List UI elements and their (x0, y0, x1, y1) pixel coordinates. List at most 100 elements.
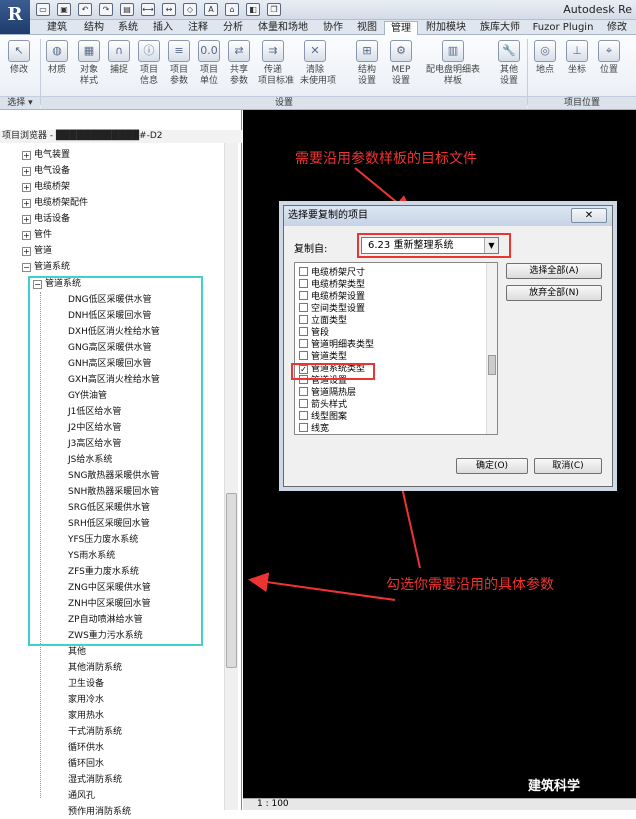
expand-icon[interactable]: + (22, 199, 31, 208)
browser-scrollbar[interactable] (224, 143, 238, 810)
checkbox[interactable] (299, 423, 308, 432)
tree-item[interactable]: 预作用消防系统 (68, 806, 131, 819)
open-icon[interactable]: ▭ (36, 3, 50, 16)
tree-item[interactable]: 循环回水 (68, 758, 104, 771)
expand-icon[interactable]: + (22, 167, 31, 176)
section-icon[interactable]: ◧ (246, 3, 260, 16)
list-item[interactable]: 管道明细表类型 (299, 339, 374, 351)
items-listbox[interactable]: 电缆桥架尺寸 电缆桥架类型 电缆桥架设置 空间类型设置 立面类型 管段 管道明细表类型 管道类… (294, 262, 498, 435)
checkbox[interactable] (299, 387, 308, 396)
ribbon-button-14[interactable]: ◎ 地点 (530, 38, 560, 96)
list-item[interactable]: 箭头样式 (299, 399, 347, 411)
tab-2[interactable]: 系统 (112, 21, 144, 35)
tab-8[interactable]: 视图 (352, 21, 382, 35)
list-item[interactable]: 线宽 (299, 423, 329, 434)
redo-icon[interactable]: ↷ (99, 3, 113, 16)
tree-item[interactable]: − 管道系统 (22, 261, 70, 274)
tab-11[interactable]: 族库大师 (474, 21, 526, 35)
tree-item[interactable]: 卫生设备 (68, 678, 104, 691)
ribbon-button-2[interactable]: ▦ 对象 样式 (74, 38, 104, 96)
collapse-icon[interactable]: − (22, 263, 31, 272)
ribbon-button-4[interactable]: ⓘ 项目 信息 (134, 38, 164, 96)
list-item[interactable]: 管段 (299, 327, 329, 339)
ribbon-button-1[interactable]: ◍ 材质 (42, 38, 72, 96)
tree-item[interactable]: 通风孔 (68, 790, 95, 803)
ribbon-button-0[interactable]: ↖ 修改 (4, 38, 34, 96)
ribbon-button-3[interactable]: ∩ 捕捉 (104, 38, 134, 96)
tab-13[interactable]: 修改 (600, 21, 634, 35)
list-item[interactable]: 线型图案 (299, 411, 347, 423)
tree-item[interactable]: + 电气设备 (22, 165, 70, 178)
ribbon-button-9[interactable]: ✕ 清除 未使用项 (300, 38, 336, 96)
tree-item[interactable]: + 电话设备 (22, 213, 70, 226)
expand-icon[interactable]: + (22, 247, 31, 256)
ribbon-button-16[interactable]: ⌖ 位置 (594, 38, 624, 96)
listbox-scrollbar[interactable] (486, 263, 497, 434)
ribbon-button-11[interactable]: ⚙ MEP 设置 (386, 38, 416, 96)
list-item[interactable]: 电缆桥架尺寸 (299, 267, 365, 279)
cancel-button[interactable]: 取消(C) (534, 458, 602, 474)
tab-4[interactable]: 注释 (182, 21, 214, 35)
tab-1[interactable]: 结构 (78, 21, 110, 35)
ribbon-button-7[interactable]: ⇄ 共享 参数 (224, 38, 254, 96)
expand-icon[interactable]: + (22, 231, 31, 240)
checkbox[interactable] (299, 339, 308, 348)
deselect-all-button[interactable]: 放弃全部(N) (506, 285, 602, 301)
list-item[interactable]: 空间类型设置 (299, 303, 365, 315)
undo-icon[interactable]: ↶ (78, 3, 92, 16)
close-button[interactable]: ✕ (571, 208, 607, 223)
tree-item[interactable]: 其他 (68, 646, 86, 659)
listbox-scroll-thumb[interactable] (488, 355, 496, 375)
tree-item[interactable]: 其他消防系统 (68, 662, 122, 675)
list-item[interactable]: 管道类型 (299, 351, 347, 363)
ribbon-button-10[interactable]: ⊞ 结构 设置 (352, 38, 382, 96)
tab-12[interactable]: Fuzor Plugin (528, 21, 598, 35)
tree-item[interactable]: + 电缆桥架 (22, 181, 70, 194)
list-item[interactable]: 电缆桥架类型 (299, 279, 365, 291)
select-all-button[interactable]: 选择全部(A) (506, 263, 602, 279)
text-icon[interactable]: A (204, 3, 218, 16)
checkbox[interactable] (299, 399, 308, 408)
window-icon[interactable]: ❐ (267, 3, 281, 16)
panel-select-label[interactable]: 选择 ▾ (0, 96, 40, 109)
ribbon-button-8[interactable]: ⇉ 传递 项目标准 (258, 38, 294, 96)
3d-view-icon[interactable]: ⌂ (225, 3, 239, 16)
tab-7[interactable]: 协作 (316, 21, 350, 35)
measure-icon[interactable]: ⟷ (141, 3, 155, 16)
tab-6[interactable]: 体量和场地 (252, 21, 314, 35)
list-item[interactable]: 立面类型 (299, 315, 347, 327)
tree-item[interactable]: + 管道 (22, 245, 52, 258)
expand-icon[interactable]: + (22, 183, 31, 192)
dimension-icon[interactable]: ↔ (162, 3, 176, 16)
application-menu-button[interactable]: R (0, 0, 30, 34)
ok-button[interactable]: 确定(O) (456, 458, 528, 474)
print-icon[interactable]: ▤ (120, 3, 134, 16)
ribbon-button-13[interactable]: 🔧 其他 设置 (494, 38, 524, 96)
tree-item[interactable]: + 电气装置 (22, 149, 70, 162)
tab-3[interactable]: 插入 (146, 21, 180, 35)
save-icon[interactable]: ▣ (57, 3, 71, 16)
tree-item[interactable]: 湿式消防系统 (68, 774, 122, 787)
browser-scroll-thumb[interactable] (226, 493, 237, 668)
ribbon-button-15[interactable]: ⊥ 坐标 (562, 38, 592, 96)
checkbox[interactable] (299, 303, 308, 312)
tab-5[interactable]: 分析 (216, 21, 250, 35)
view-scale[interactable]: 1 : 100 (257, 799, 289, 809)
expand-icon[interactable]: + (22, 215, 31, 224)
checkbox[interactable] (299, 411, 308, 420)
tag-icon[interactable]: ◇ (183, 3, 197, 16)
tab-9[interactable]: 管理 (384, 21, 418, 35)
checkbox[interactable] (299, 267, 308, 276)
tree-item[interactable]: 干式消防系统 (68, 726, 122, 739)
tree-item[interactable]: 家用冷水 (68, 694, 104, 707)
checkbox[interactable] (299, 291, 308, 300)
expand-icon[interactable]: + (22, 151, 31, 160)
ribbon-button-5[interactable]: ≡ 项目 参数 (164, 38, 194, 96)
checkbox[interactable] (299, 279, 308, 288)
tree-item[interactable]: 循环供水 (68, 742, 104, 755)
tab-10[interactable]: 附加模块 (420, 21, 472, 35)
checkbox[interactable] (299, 351, 308, 360)
checkbox[interactable] (299, 327, 308, 336)
ribbon-button-12[interactable]: ▥ 配电盘明细表 样板 (420, 38, 486, 96)
list-item[interactable]: 管道隔热层 (299, 387, 356, 399)
